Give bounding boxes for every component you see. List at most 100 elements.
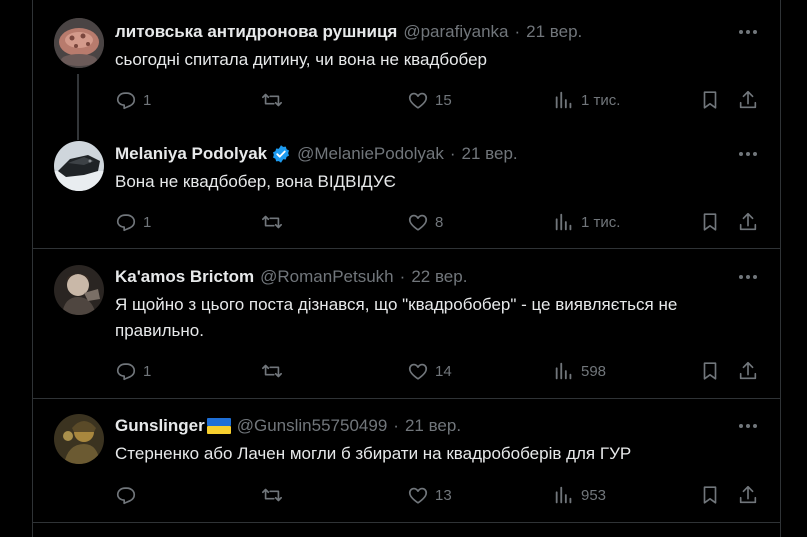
more-icon[interactable]	[736, 21, 760, 43]
ukraine-flag-icon	[206, 418, 231, 434]
tweet-date[interactable]: 21 вер.	[526, 22, 582, 42]
share-button[interactable]	[737, 210, 759, 234]
more-icon[interactable]	[736, 415, 760, 437]
author-name[interactable]: Melaniya Podolyak	[115, 144, 267, 164]
reply-button[interactable]	[115, 483, 143, 507]
more-icon[interactable]	[736, 266, 760, 288]
repost-icon	[262, 364, 282, 378]
more-icon[interactable]	[736, 143, 760, 165]
avatar[interactable]	[54, 141, 104, 191]
tweet-1[interactable]: литовська антидронова рушниця @parafiyan…	[33, 0, 780, 134]
reply-count: 1	[143, 362, 152, 380]
tweet-actions: 1 14 598	[115, 359, 775, 383]
like-count: 13	[435, 486, 452, 504]
heart-icon	[408, 487, 428, 504]
tweet-text: сьогодні спитала дитину, чи вона не квад…	[115, 47, 755, 73]
reply-button[interactable]: 1	[115, 88, 151, 112]
tweet-header: Melaniya Podolyak @MelaniePodolyak · 21 …	[115, 143, 518, 165]
reply-button[interactable]: 1	[115, 210, 151, 234]
share-button[interactable]	[737, 359, 759, 383]
view-count: 953	[581, 486, 607, 504]
like-button[interactable]: 15	[407, 88, 452, 112]
thread-line	[77, 134, 79, 140]
share-icon	[739, 212, 757, 231]
tweet-header: Gunslinger @Gunslin55750499 · 21 вер.	[115, 415, 461, 437]
views-button[interactable]: 598	[553, 359, 606, 383]
view-count: 598	[581, 362, 607, 380]
bookmark-icon	[703, 91, 717, 109]
reply-icon	[116, 487, 136, 505]
views-icon	[555, 213, 572, 231]
thread-line	[77, 74, 79, 134]
author-name[interactable]: Gunslinger	[115, 416, 205, 436]
separator-dot: ·	[449, 144, 456, 163]
like-button[interactable]: 13	[407, 483, 452, 507]
tweet-actions: 1 8 1 тис.	[115, 210, 775, 234]
like-count: 15	[435, 91, 452, 109]
bookmark-icon	[703, 213, 717, 231]
tweet-date[interactable]: 21 вер.	[462, 144, 518, 164]
views-icon	[555, 362, 572, 380]
author-handle[interactable]: @Gunslin55750499	[237, 416, 388, 436]
views-button[interactable]: 1 тис.	[553, 88, 620, 112]
tweet-header: Ka'amos Brictom @RomanPetsukh · 22 вер.	[115, 266, 467, 288]
like-button[interactable]: 8	[407, 210, 443, 234]
repost-icon	[262, 215, 282, 229]
tweet-header: литовська антидронова рушниця @parafiyan…	[115, 21, 582, 43]
bookmark-button[interactable]	[699, 88, 721, 112]
avatar[interactable]	[54, 414, 104, 464]
bookmark-icon	[703, 362, 717, 380]
reply-button[interactable]: 1	[115, 359, 151, 383]
reply-count: 1	[143, 91, 152, 109]
heart-icon	[408, 214, 428, 231]
views-button[interactable]: 953	[553, 483, 606, 507]
repost-button[interactable]	[261, 88, 289, 112]
reply-count: 1	[143, 213, 152, 231]
bookmark-button[interactable]	[699, 483, 721, 507]
tweet-text: Вона не квадбобер, вона ВІДВІДУЄ	[115, 169, 755, 195]
tweet-4[interactable]: Gunslinger @Gunslin55750499 · 21 вер. Ст…	[33, 399, 780, 522]
divider	[33, 522, 780, 523]
tweet-text-line: Стерненко або Лачен могли б збирати на к…	[115, 444, 632, 463]
author-name[interactable]: литовська антидронова рушниця	[115, 22, 397, 42]
like-button[interactable]: 14	[407, 359, 452, 383]
bookmark-button[interactable]	[699, 359, 721, 383]
like-count: 8	[435, 213, 444, 231]
bookmark-button[interactable]	[699, 210, 721, 234]
reply-icon	[116, 92, 136, 110]
share-button[interactable]	[737, 88, 759, 112]
avatar[interactable]	[54, 265, 104, 315]
author-handle[interactable]: @RomanPetsukh	[260, 267, 394, 287]
view-count: 1 тис.	[581, 91, 621, 109]
views-icon	[555, 91, 572, 109]
tweet-text: Я щойно з цього поста дізнався, що "квад…	[115, 292, 755, 344]
separator-dot: ·	[514, 22, 521, 41]
tweet-2[interactable]: Melaniya Podolyak @MelaniePodolyak · 21 …	[33, 134, 780, 248]
tweet-text-line: Я щойно з цього поста дізнався, що "квад…	[115, 295, 678, 314]
view-count: 1 тис.	[581, 213, 621, 231]
like-count: 14	[435, 362, 452, 380]
separator-dot: ·	[399, 267, 406, 286]
author-handle[interactable]: @MelaniePodolyak	[297, 144, 444, 164]
tweet-text: Стерненко або Лачен могли б збирати на к…	[115, 441, 755, 467]
author-name[interactable]: Ka'amos Brictom	[115, 267, 254, 287]
reply-thread-column: литовська антидронова рушниця @parafiyan…	[32, 0, 781, 537]
tweet-text-line: сьогодні спитала дитину, чи вона не квад…	[115, 50, 488, 69]
views-button[interactable]: 1 тис.	[553, 210, 620, 234]
heart-icon	[408, 92, 428, 109]
tweet-actions: 1 15 1 тис.	[115, 88, 775, 112]
tweet-text-line: правильно.	[115, 321, 204, 340]
avatar[interactable]	[54, 18, 104, 68]
views-icon	[555, 486, 572, 504]
tweet-date[interactable]: 21 вер.	[405, 416, 461, 436]
share-button[interactable]	[737, 483, 759, 507]
author-handle[interactable]: @parafiyanka	[403, 22, 508, 42]
repost-button[interactable]	[261, 210, 289, 234]
repost-button[interactable]	[261, 483, 289, 507]
share-icon	[739, 361, 757, 380]
tweet-date[interactable]: 22 вер.	[411, 267, 467, 287]
tweet-3[interactable]: Ka'amos Brictom @RomanPetsukh · 22 вер. …	[33, 249, 780, 398]
repost-button[interactable]	[261, 359, 289, 383]
reply-icon	[116, 214, 136, 232]
bookmark-icon	[703, 486, 717, 504]
